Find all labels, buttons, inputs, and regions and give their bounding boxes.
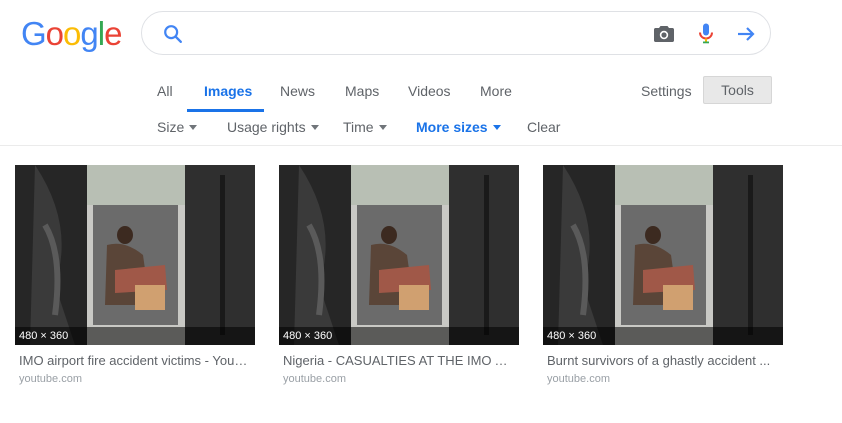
result-source[interactable]: youtube.com	[543, 373, 783, 385]
image-result[interactable]: 480 × 360 IMO airport fire accident vict…	[15, 165, 255, 385]
search-icon[interactable]	[162, 23, 184, 45]
logo-letter: g	[80, 15, 98, 52]
search-box	[141, 11, 771, 55]
result-title[interactable]: Nigeria - CASUALTIES AT THE IMO AI...	[279, 353, 514, 368]
filter-usage-rights[interactable]: Usage rights	[227, 119, 319, 135]
microphone-icon[interactable]	[694, 21, 718, 45]
logo-letter: o	[45, 15, 64, 52]
chevron-down-icon	[189, 124, 198, 130]
tab-maps[interactable]: Maps	[345, 83, 379, 99]
chevron-down-icon	[378, 124, 387, 130]
image-dimensions: 480 × 360	[15, 327, 255, 345]
result-title[interactable]: IMO airport fire accident victims - YouT…	[15, 353, 250, 368]
image-result[interactable]: 480 × 360 Nigeria - CASUALTIES AT THE IM…	[279, 165, 519, 385]
camera-icon[interactable]	[652, 22, 676, 46]
thumbnail-image	[543, 165, 783, 345]
result-thumbnail[interactable]: 480 × 360	[15, 165, 255, 345]
image-dimensions: 480 × 360	[279, 327, 519, 345]
result-source[interactable]: youtube.com	[15, 373, 255, 385]
chevron-down-icon	[492, 124, 501, 130]
tab-news[interactable]: News	[280, 83, 315, 99]
filter-size[interactable]: Size	[157, 119, 198, 135]
logo-letter: G	[21, 15, 47, 52]
logo-letter: e	[104, 15, 122, 52]
thumbnail-image	[279, 165, 519, 345]
filter-label: Size	[157, 119, 185, 135]
tab-videos[interactable]: Videos	[408, 83, 451, 99]
chevron-down-icon	[310, 124, 319, 130]
logo-letter: o	[63, 15, 81, 52]
result-source[interactable]: youtube.com	[279, 373, 519, 385]
header-divider	[0, 145, 842, 146]
filter-label: More sizes	[416, 119, 488, 135]
result-thumbnail[interactable]: 480 × 360	[543, 165, 783, 345]
result-thumbnail[interactable]: 480 × 360	[279, 165, 519, 345]
tab-images[interactable]: Images	[204, 83, 252, 99]
filter-more-sizes[interactable]: More sizes	[416, 119, 501, 135]
filter-label: Clear	[527, 119, 561, 135]
filter-clear[interactable]: Clear	[527, 119, 560, 135]
result-title[interactable]: Burnt survivors of a ghastly accident ..…	[543, 353, 778, 368]
filter-label: Usage rights	[227, 119, 306, 135]
thumbnail-image	[15, 165, 255, 345]
settings-link[interactable]: Settings	[641, 83, 692, 99]
image-result[interactable]: 480 × 360 Burnt survivors of a ghastly a…	[543, 165, 783, 385]
google-logo[interactable]: Google	[21, 15, 122, 53]
tab-all[interactable]: All	[157, 83, 173, 99]
arrow-right-icon[interactable]	[734, 22, 758, 46]
search-input[interactable]	[196, 22, 670, 48]
tools-button[interactable]: Tools	[703, 76, 772, 104]
filter-time[interactable]: Time	[343, 119, 387, 135]
image-dimensions: 480 × 360	[543, 327, 783, 345]
tab-more[interactable]: More	[480, 83, 512, 99]
active-tab-indicator	[187, 109, 264, 112]
filter-label: Time	[343, 119, 374, 135]
